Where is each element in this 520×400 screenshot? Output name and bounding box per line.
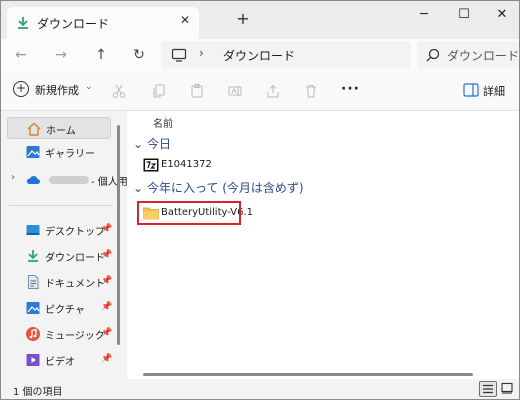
file-list-pane: 名前 ⌄ 今日 E1041372 ⌄ 今年に入って (今月は含めず) Battery… [127, 111, 519, 379]
desktop-icon [26, 225, 40, 235]
item-count: 1 個の項目 [13, 387, 63, 398]
monitor-icon [171, 48, 187, 62]
expand-chevron-icon[interactable]: › [11, 172, 15, 183]
status-bar: 1 個の項目 [1, 379, 519, 399]
highlight-box [137, 201, 241, 225]
delete-icon[interactable] [303, 83, 319, 99]
close-button[interactable]: ✕ [491, 5, 513, 25]
7z-archive-icon [143, 158, 159, 172]
group-title: 今年に入って (今月は含めず) [147, 181, 304, 195]
minimize-button[interactable]: ─ [413, 5, 435, 25]
music-icon [26, 327, 40, 341]
file-name: E1041372 [161, 159, 212, 170]
download-icon [28, 250, 38, 262]
share-icon[interactable] [265, 83, 281, 99]
tiles-view-icon [501, 382, 513, 394]
tab-title: ダウンロード [37, 17, 110, 31]
search-box[interactable]: ダウンロードの [417, 41, 519, 69]
pin-icon: 📌 [101, 302, 113, 312]
pin-icon: 📌 [101, 354, 113, 364]
sidebar-item-gallery[interactable]: ギャラリー [7, 141, 111, 163]
gallery-icon [26, 146, 40, 158]
sidebar-item-videos[interactable]: ビデオ 📌 [7, 349, 113, 371]
more-options-button[interactable]: ··· [341, 81, 360, 97]
tab-downloads[interactable]: ダウンロード ✕ [7, 7, 199, 39]
breadcrumb-downloads[interactable]: ダウンロード [223, 47, 295, 64]
horizontal-scrollbar[interactable] [143, 373, 473, 376]
sidebar-scrollbar[interactable] [117, 125, 120, 345]
details-pane-icon[interactable] [463, 83, 479, 97]
pictures-icon [26, 302, 40, 314]
back-button[interactable]: ← [11, 45, 31, 65]
pin-icon: 📌 [101, 328, 113, 338]
sidebar-item-label: - 個人用 [91, 177, 128, 188]
file-explorer-window: ダウンロード ✕ + ─ ☐ ✕ ← → ↑ ↻ › ダウンロード ダウンロード… [0, 0, 520, 400]
sidebar-item-label: ビデオ [45, 357, 75, 368]
document-icon [28, 275, 39, 289]
pin-icon: 📌 [101, 276, 113, 286]
download-icon [18, 17, 28, 29]
group-header-today[interactable]: ⌄ 今日 [133, 135, 171, 152]
chevron-down-icon: ⌄ [133, 137, 144, 151]
chevron-down-icon: ⌄ [85, 82, 93, 92]
sidebar-item-downloads[interactable]: ダウンロード 📌 [7, 245, 113, 267]
group-title: 今日 [147, 137, 172, 151]
sidebar-item-onedrive[interactable]: › - 個人用 [7, 169, 128, 191]
video-icon [26, 354, 40, 366]
pin-icon: 📌 [101, 250, 113, 260]
sidebar-item-label: ダウンロード [45, 253, 105, 264]
new-button-label: 新規作成 [35, 84, 79, 97]
copy-icon[interactable] [151, 83, 167, 99]
group-header-this-year[interactable]: ⌄ 今年に入って (今月は含めず) [133, 179, 304, 196]
sidebar-item-pictures[interactable]: ピクチャ 📌 [7, 297, 113, 319]
column-header-name[interactable]: 名前 [153, 115, 173, 130]
blurred-account-name [49, 176, 89, 184]
refresh-button[interactable]: ↻ [129, 45, 149, 65]
search-icon [426, 48, 440, 62]
tab-close-icon[interactable]: ✕ [177, 13, 193, 29]
search-input[interactable]: ダウンロードの [447, 47, 519, 64]
sidebar-item-label: デスクトップ [45, 227, 105, 238]
details-view-button[interactable] [479, 381, 497, 397]
command-bar: + 新規作成 ⌄ ··· 詳細 [1, 71, 519, 111]
sidebar-item-label: ドキュメント [45, 279, 105, 290]
cut-icon[interactable] [111, 83, 127, 99]
navigation-pane: ホーム ギャラリー › - 個人用 デスクトップ 📌 ダウンロード 📌 ドキュメ… [1, 111, 128, 379]
sidebar-divider [9, 205, 113, 206]
sidebar-item-label: ホーム [46, 126, 76, 137]
home-icon [27, 122, 41, 136]
sidebar-item-music[interactable]: ミュージック 📌 [7, 323, 113, 345]
new-tab-button[interactable]: + [235, 11, 251, 27]
sidebar-item-label: ピクチャ [45, 305, 85, 316]
breadcrumb-chevron-icon: › [199, 46, 204, 60]
chevron-down-icon: ⌄ [133, 181, 144, 195]
rename-icon[interactable] [227, 83, 243, 99]
sidebar-item-home[interactable]: ホーム [7, 117, 111, 139]
forward-button[interactable]: → [51, 45, 71, 65]
paste-icon[interactable] [189, 83, 205, 99]
sidebar-item-label: ミュージック [45, 331, 105, 342]
details-button-label[interactable]: 詳細 [483, 83, 505, 99]
sidebar-item-documents[interactable]: ドキュメント 📌 [7, 271, 113, 293]
plus-circle-icon: + [13, 81, 29, 97]
title-bar: ダウンロード ✕ + ─ ☐ ✕ [1, 1, 519, 39]
tiles-view-button[interactable] [499, 381, 517, 397]
sidebar-item-label: ギャラリー [45, 149, 95, 160]
pin-icon: 📌 [101, 224, 113, 234]
cloud-icon [26, 176, 40, 184]
list-view-icon [483, 384, 493, 394]
address-bar[interactable]: › ダウンロード [161, 41, 411, 69]
address-row: ← → ↑ ↻ › ダウンロード ダウンロードの [1, 39, 519, 71]
sidebar-item-desktop[interactable]: デスクトップ 📌 [7, 219, 113, 241]
maximize-button[interactable]: ☐ [453, 5, 475, 25]
up-button[interactable]: ↑ [91, 45, 111, 65]
